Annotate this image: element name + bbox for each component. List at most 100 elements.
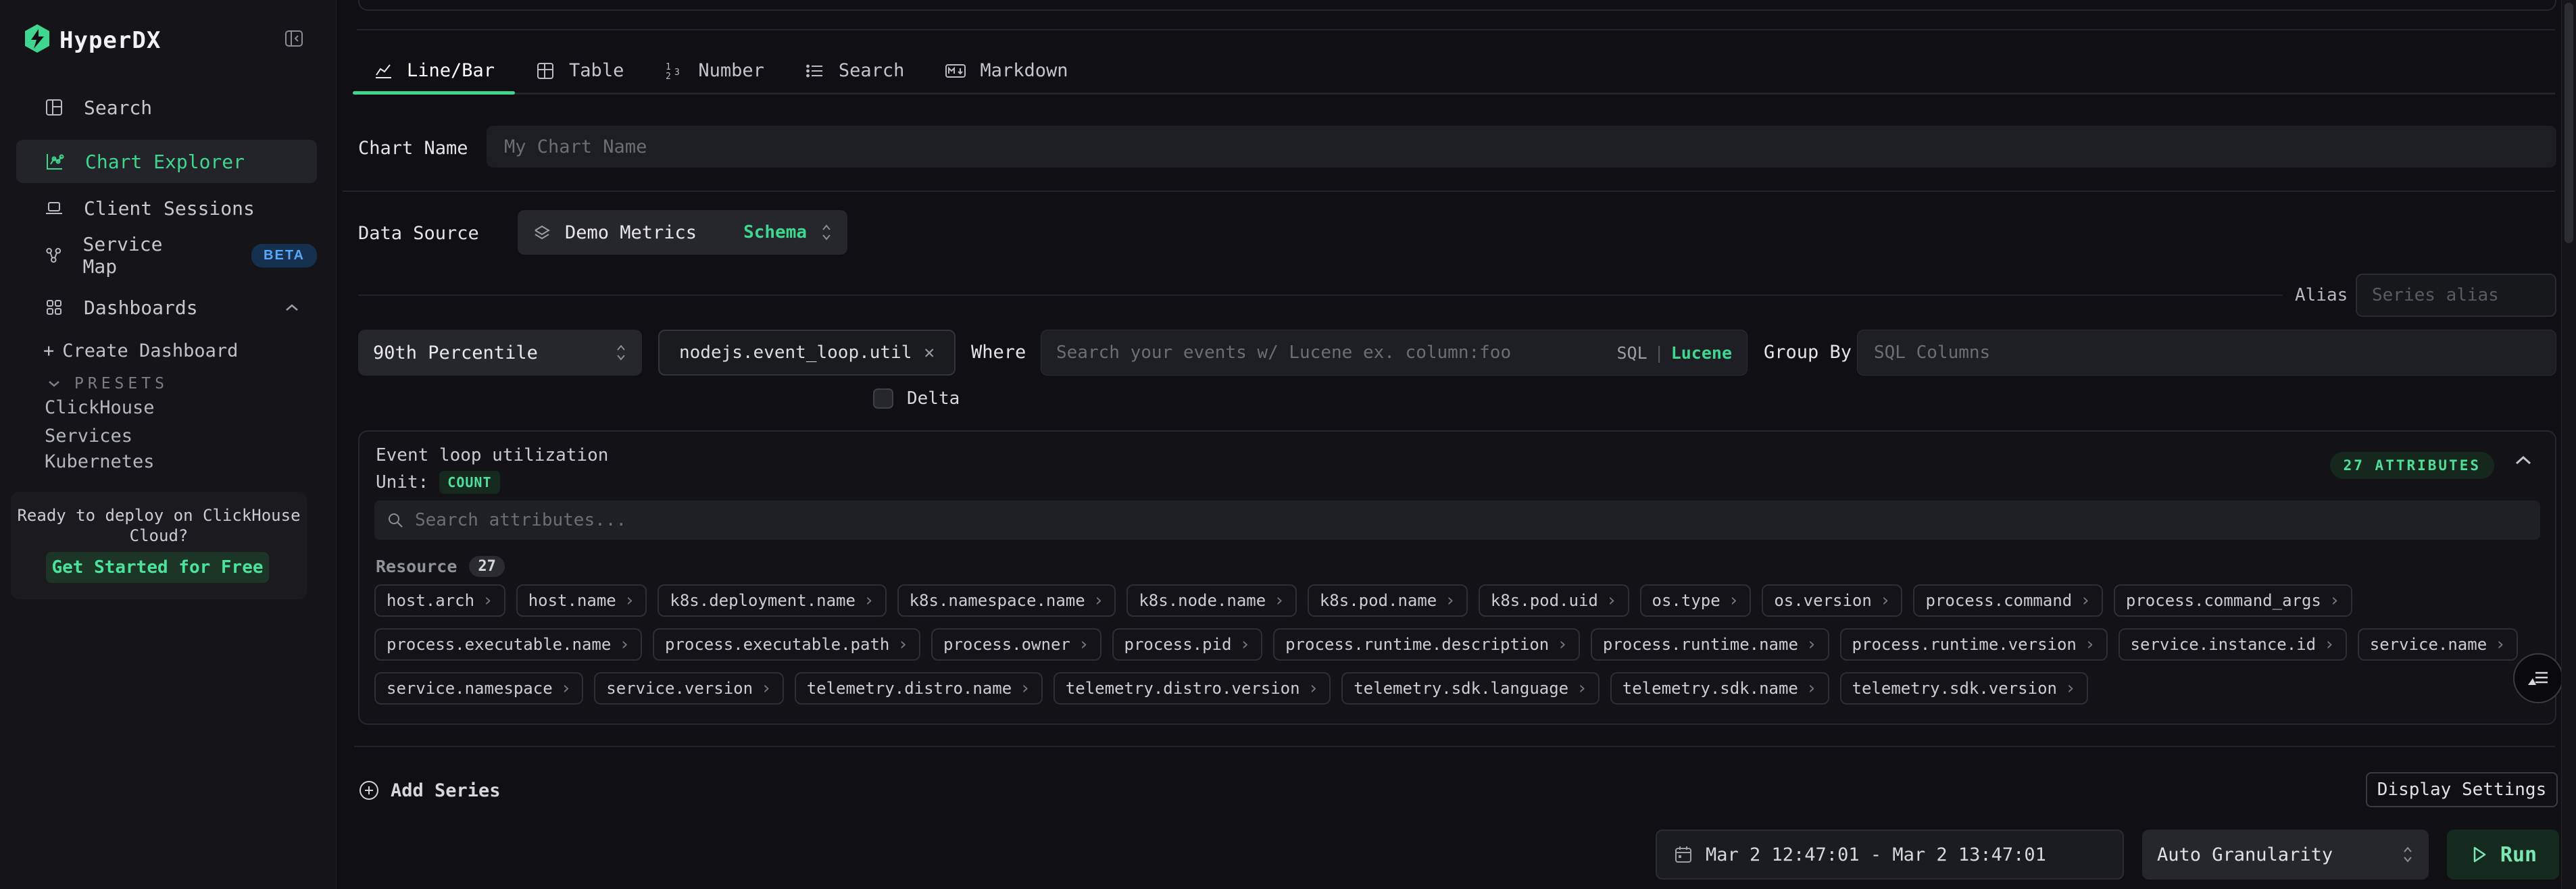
resource-group-label: Resource <box>376 557 457 576</box>
attribute-name: process.command_args <box>2126 591 2321 610</box>
attribute-chip[interactable]: process.command_args › <box>2114 584 2352 617</box>
attribute-chip[interactable]: process.executable.path › <box>653 628 920 661</box>
sidebar-item-label: Chart Explorer <box>85 151 245 173</box>
add-series-button[interactable]: Add Series <box>358 774 501 807</box>
attribute-search-input[interactable] <box>415 510 2528 530</box>
attribute-chip[interactable]: process.owner › <box>931 628 1101 661</box>
hyperdx-logo-icon <box>22 23 53 54</box>
attribute-chip[interactable]: os.version › <box>1762 584 1902 617</box>
chevron-up-icon[interactable] <box>2515 455 2532 465</box>
unit-row: Unit: COUNT <box>376 471 500 494</box>
time-range-picker[interactable]: Mar 2 12:47:01 - Mar 2 13:47:01 <box>1656 830 2124 880</box>
attribute-chip[interactable]: host.name › <box>516 584 647 617</box>
tab-number[interactable]: 123 Number <box>644 49 785 93</box>
chevron-right-icon: › <box>1308 678 1319 698</box>
chevron-right-icon: › <box>1274 590 1285 611</box>
chevron-right-icon: › <box>1606 590 1617 611</box>
attribute-chip[interactable]: os.type › <box>1640 584 1752 617</box>
attribute-chip[interactable]: k8s.deployment.name › <box>658 584 886 617</box>
attribute-chip[interactable]: process.command › <box>1913 584 2102 617</box>
attribute-name: k8s.deployment.name <box>670 591 856 610</box>
metric-field-chip[interactable]: nodejs.event_loop.util ✕ <box>658 330 956 376</box>
run-button[interactable]: Run <box>2447 830 2559 880</box>
collapse-sidebar-icon[interactable] <box>284 28 304 49</box>
markdown-icon <box>945 61 966 81</box>
chart-options-fab[interactable] <box>2513 653 2563 703</box>
sidebar: HyperDX Search Chart Explorer <box>0 0 337 889</box>
alias-label: Alias <box>2295 285 2348 305</box>
chevron-right-icon: › <box>619 634 630 655</box>
chevron-up-icon <box>284 303 299 312</box>
attribute-name: service.instance.id <box>2131 635 2317 654</box>
attribute-chip[interactable]: telemetry.sdk.version › <box>1840 672 2088 705</box>
tab-line-bar[interactable]: Line/Bar <box>353 49 515 93</box>
chart-type-tabs: Line/Bar Table 123 Number Search <box>353 49 2555 95</box>
close-icon[interactable]: ✕ <box>924 342 935 363</box>
create-dashboard-button[interactable]: + Create Dashboard <box>0 335 336 366</box>
search-icon <box>387 511 404 529</box>
attribute-chip[interactable]: telemetry.distro.version › <box>1054 672 1331 705</box>
attribute-chip[interactable]: k8s.pod.name › <box>1308 584 1468 617</box>
preset-link-kubernetes[interactable]: Kubernetes <box>0 447 336 476</box>
chevron-right-icon: › <box>561 678 572 698</box>
attribute-chip[interactable]: process.runtime.description › <box>1273 628 1580 661</box>
attribute-chip[interactable]: telemetry.distro.name › <box>795 672 1043 705</box>
group-by-input[interactable] <box>1874 342 2540 363</box>
tab-search[interactable]: Search <box>785 49 925 93</box>
attribute-chip[interactable]: telemetry.sdk.name › <box>1610 672 1829 705</box>
sidebar-item-dashboards[interactable]: Dashboards <box>16 288 317 326</box>
sidebar-item-chart-explorer[interactable]: Chart Explorer <box>16 140 317 183</box>
chevron-right-icon: › <box>2080 590 2091 611</box>
attribute-chip[interactable]: process.pid › <box>1112 628 1263 661</box>
time-range-value: Mar 2 12:47:01 - Mar 2 13:47:01 <box>1706 844 2046 865</box>
attribute-chip[interactable]: service.version › <box>594 672 783 705</box>
sidebar-item-search[interactable]: Search <box>16 88 317 126</box>
sidebar-item-service-map[interactable]: Service Map BETA <box>16 236 317 274</box>
select-chevrons-icon <box>615 343 627 362</box>
get-started-button[interactable]: Get Started for Free <box>46 552 269 583</box>
tab-table[interactable]: Table <box>515 49 644 93</box>
attribute-chip[interactable]: k8s.namespace.name › <box>897 584 1116 617</box>
attribute-chip[interactable]: k8s.pod.uid › <box>1479 584 1629 617</box>
attribute-chip[interactable]: telemetry.sdk.language › <box>1341 672 1600 705</box>
attribute-name: telemetry.sdk.name <box>1623 679 1798 698</box>
attribute-name: process.runtime.name <box>1603 635 1798 654</box>
attribute-chip[interactable]: service.namespace › <box>374 672 583 705</box>
attribute-chip[interactable]: host.arch › <box>374 584 505 617</box>
tab-label: Table <box>569 60 624 81</box>
area-chart-icon <box>373 61 393 81</box>
aggregation-select[interactable]: 90th Percentile <box>358 330 642 376</box>
attribute-chip[interactable]: service.name › <box>2358 628 2518 661</box>
attribute-chip[interactable]: process.runtime.name › <box>1591 628 1829 661</box>
scrollbar-thumb[interactable] <box>2565 3 2573 243</box>
chart-name-input[interactable] <box>487 126 2556 168</box>
series-alias-input[interactable] <box>2356 274 2556 317</box>
sql-toggle[interactable]: SQL <box>1616 343 1647 363</box>
display-settings-button[interactable]: Display Settings <box>2366 772 2558 807</box>
attributes-count-badge: 27 ATTRIBUTES <box>2330 452 2494 479</box>
attribute-chip[interactable]: process.executable.name › <box>374 628 642 661</box>
delta-checkbox[interactable] <box>873 388 893 409</box>
lucene-toggle[interactable]: Lucene <box>1671 343 1732 363</box>
chevron-right-icon: › <box>1557 634 1568 655</box>
attribute-chip[interactable]: process.runtime.version › <box>1840 628 2108 661</box>
attribute-name: process.pid <box>1124 635 1232 654</box>
where-search-input[interactable] <box>1056 342 1610 363</box>
tab-label: Search <box>839 60 905 81</box>
svg-text:1: 1 <box>666 62 671 72</box>
number-123-icon: 123 <box>664 61 685 81</box>
schema-link[interactable]: Schema <box>743 222 807 243</box>
sidebar-item-client-sessions[interactable]: Client Sessions <box>16 189 317 227</box>
granularity-select[interactable]: Auto Granularity <box>2142 830 2429 880</box>
attribute-chip[interactable]: service.instance.id › <box>2119 628 2347 661</box>
chevron-down-icon <box>47 380 61 388</box>
beta-badge: BETA <box>251 244 317 268</box>
data-source-select[interactable]: Demo Metrics Schema <box>518 210 847 255</box>
attribute-name: host.arch <box>387 591 474 610</box>
attribute-name: k8s.pod.uid <box>1491 591 1598 610</box>
hyperdx-app: HyperDX Search Chart Explorer <box>0 0 2576 889</box>
preset-link-clickhouse[interactable]: ClickHouse <box>0 392 336 422</box>
tab-markdown[interactable]: Markdown <box>924 49 1088 93</box>
attribute-chip[interactable]: k8s.node.name › <box>1126 584 1297 617</box>
attribute-name: os.type <box>1652 591 1720 610</box>
